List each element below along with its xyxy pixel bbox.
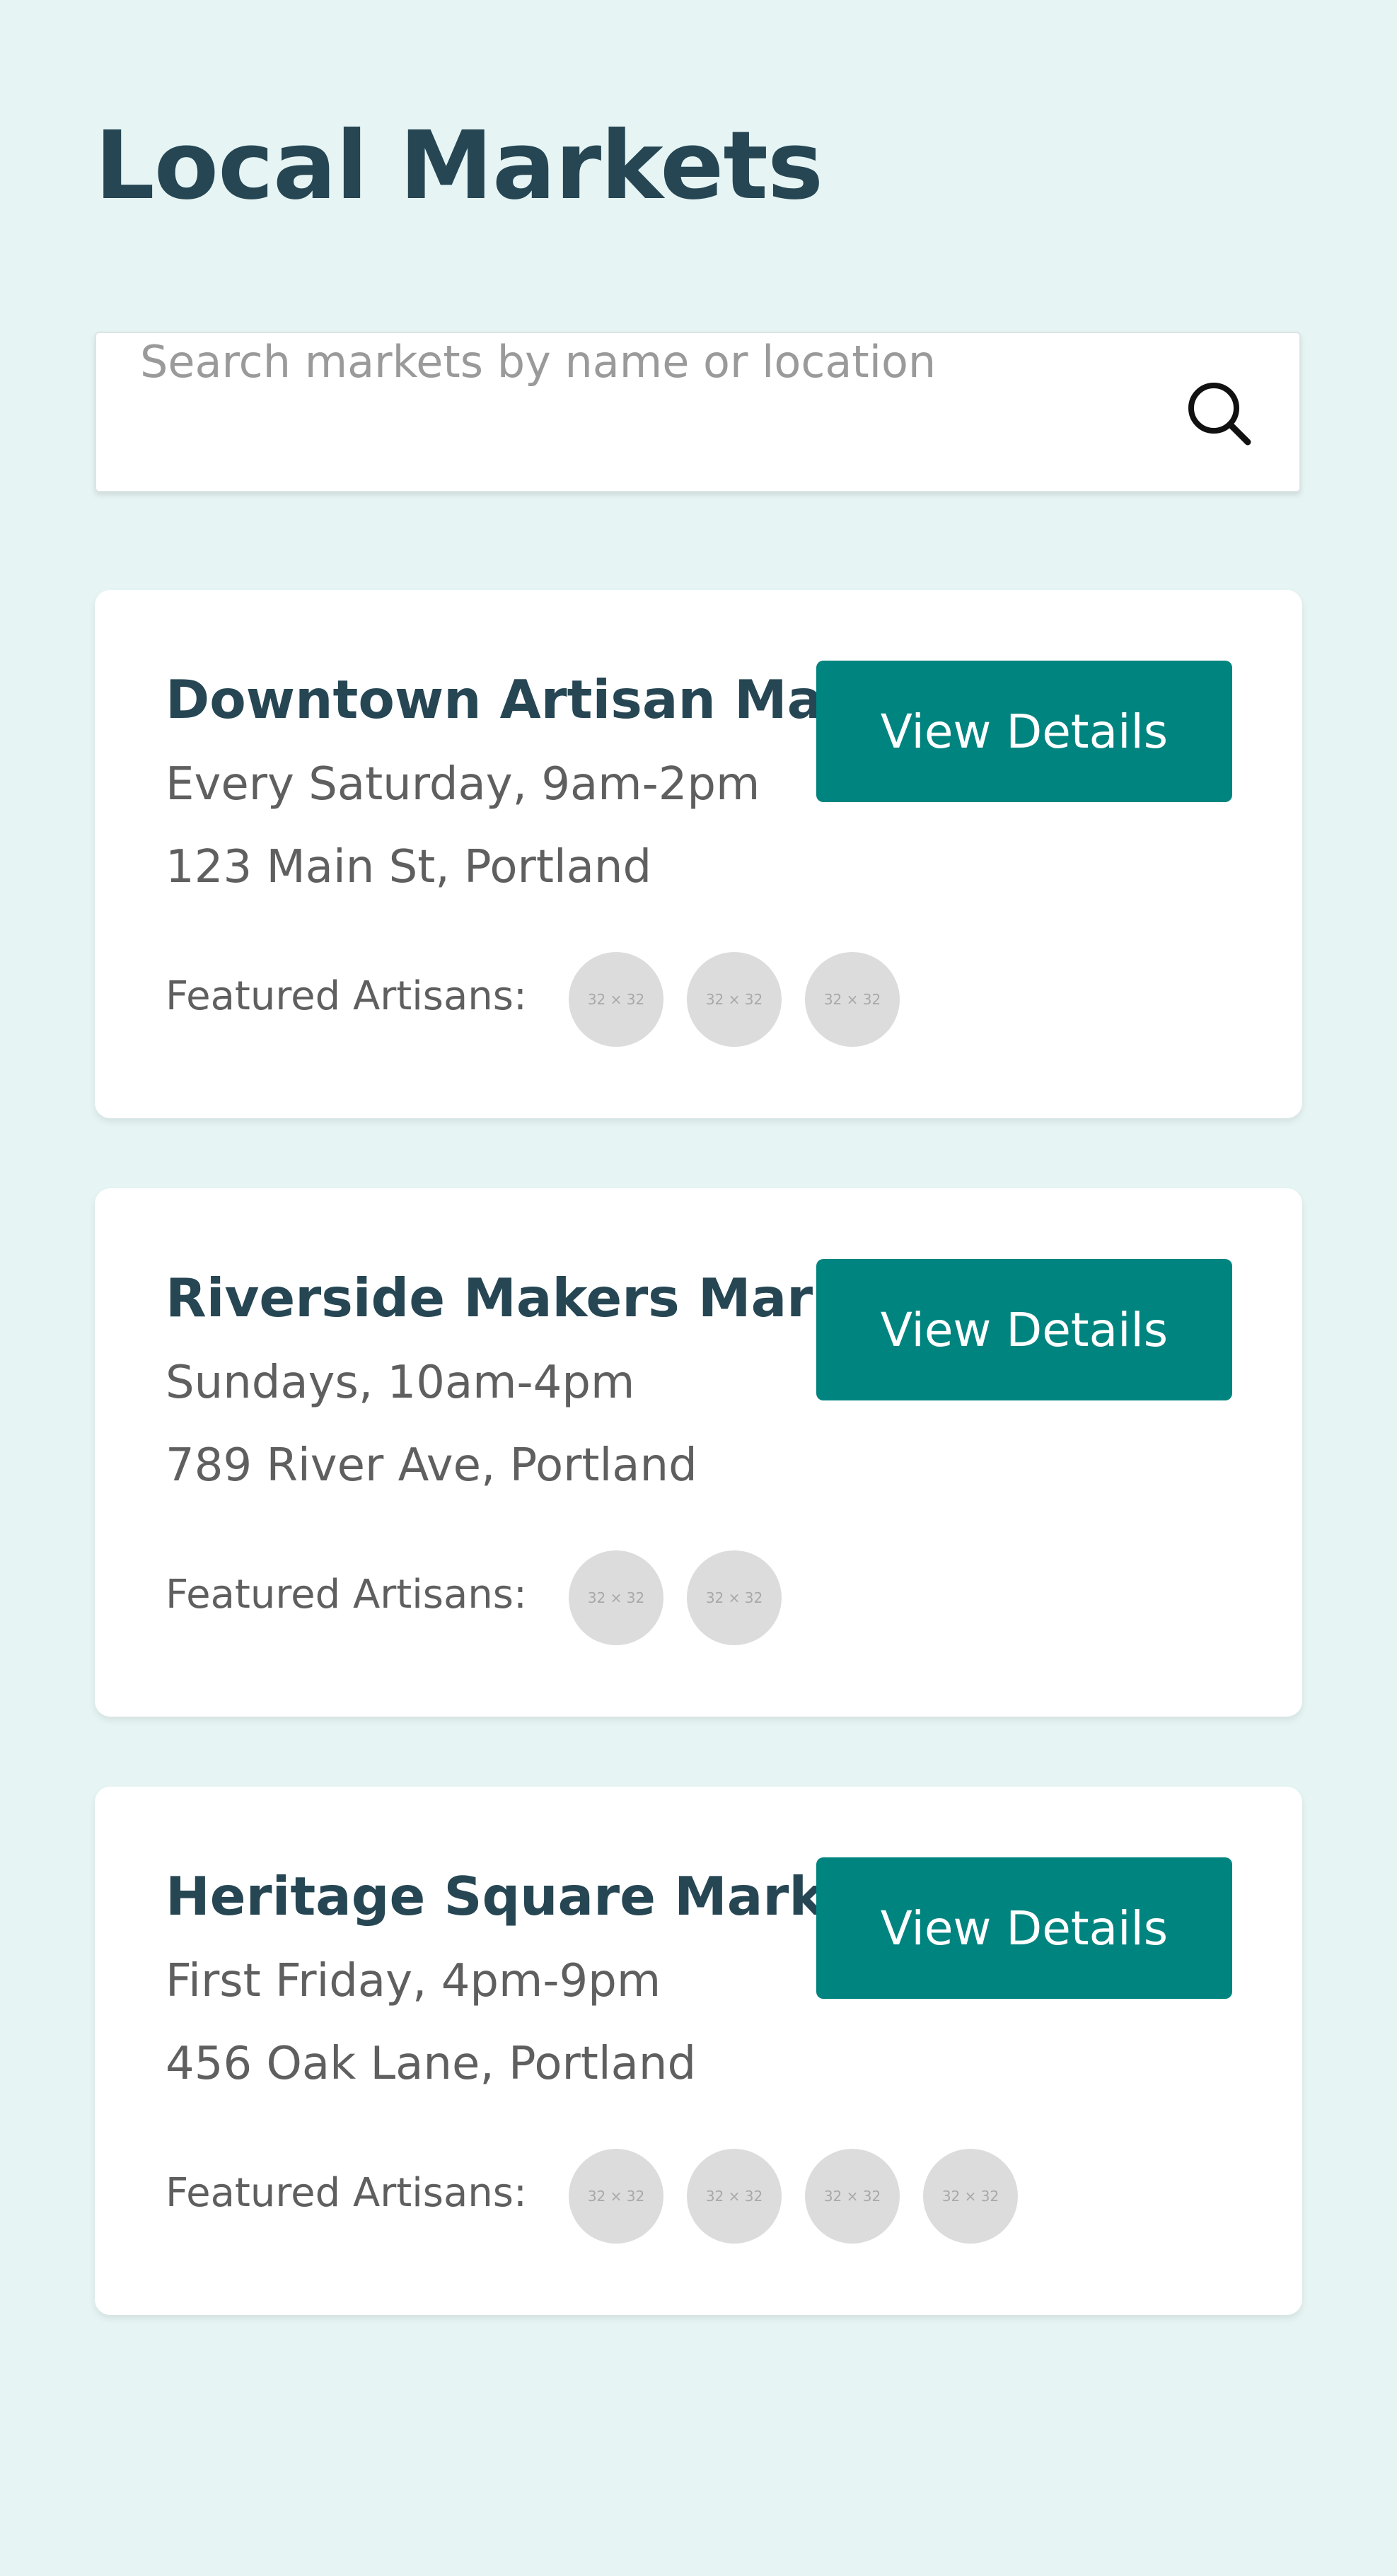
search-icon[interactable] — [1184, 378, 1255, 449]
artisan-avatar[interactable]: 32 × 32 — [687, 952, 782, 1047]
artisan-avatar[interactable]: 32 × 32 — [687, 2149, 782, 2244]
market-schedule: First Friday, 4pm-9pm — [166, 1955, 661, 2007]
market-schedule: Sundays, 10am-4pm — [166, 1357, 635, 1409]
market-name: Riverside Makers Market — [166, 1267, 816, 1329]
search-input[interactable] — [140, 333, 1166, 390]
market-schedule: Every Saturday, 9am-2pm — [166, 758, 760, 811]
artisan-avatar[interactable]: 32 × 32 — [805, 952, 900, 1047]
search-box — [95, 332, 1301, 492]
artisan-avatar[interactable]: 32 × 32 — [569, 2149, 663, 2244]
featured-artisans-label: Featured Artisans: — [166, 2170, 527, 2216]
market-address: 123 Main St, Portland — [166, 841, 652, 893]
market-address: 456 Oak Lane, Portland — [166, 2038, 697, 2090]
market-card: Heritage Square Market First Friday, 4pm… — [95, 1787, 1302, 2315]
featured-artisans-label: Featured Artisans: — [166, 973, 527, 1019]
market-address: 789 River Ave, Portland — [166, 1439, 697, 1492]
page-title: Local Markets — [95, 112, 823, 221]
artisan-avatar[interactable]: 32 × 32 — [569, 952, 663, 1047]
artisan-avatar[interactable]: 32 × 32 — [569, 1550, 663, 1645]
artisan-avatar[interactable]: 32 × 32 — [687, 1550, 782, 1645]
featured-artisans-label: Featured Artisans: — [166, 1572, 527, 1618]
market-name: Heritage Square Market — [166, 1865, 816, 1927]
view-details-button[interactable]: View Details — [816, 1857, 1232, 1999]
market-card: Downtown Artisan Market Every Saturday, … — [95, 590, 1302, 1118]
view-details-button[interactable]: View Details — [816, 661, 1232, 802]
view-details-button[interactable]: View Details — [816, 1259, 1232, 1400]
market-card: Riverside Makers Market Sundays, 10am-4p… — [95, 1188, 1302, 1717]
artisan-avatar[interactable]: 32 × 32 — [805, 2149, 900, 2244]
market-name: Downtown Artisan Market — [166, 668, 816, 731]
artisan-avatar[interactable]: 32 × 32 — [923, 2149, 1018, 2244]
